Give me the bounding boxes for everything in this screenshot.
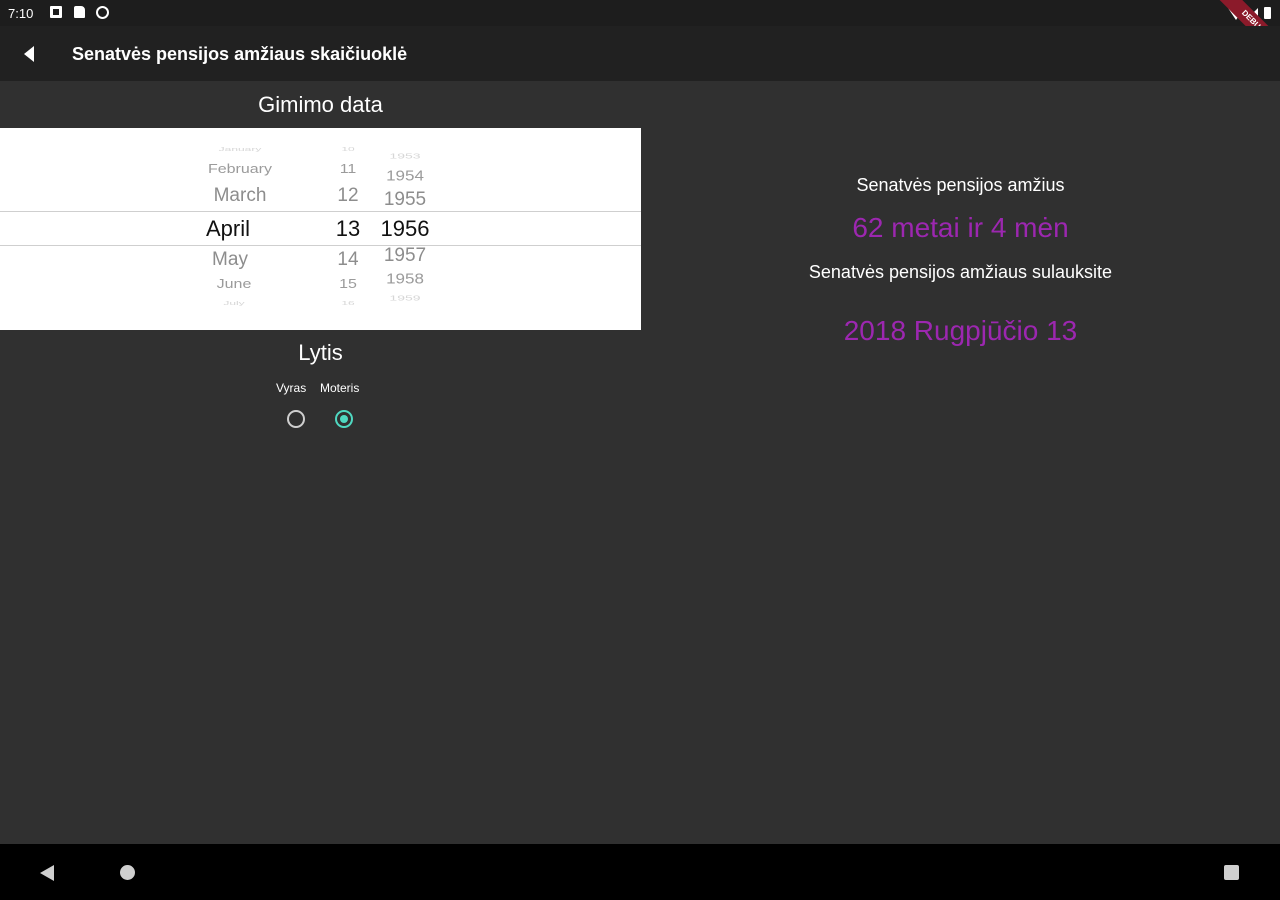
nav-back-icon[interactable] [40, 865, 54, 881]
selected-day[interactable]: 13 [318, 216, 378, 242]
radio-vyras[interactable] [287, 410, 305, 428]
wheel-item[interactable]: 1959 [370, 294, 440, 302]
wheel-item[interactable]: 16 [318, 300, 378, 306]
date-value: 2018 Rugpjūčio 13 [843, 315, 1078, 346]
age-value: 62 metai ir 4 mėn [852, 212, 1069, 243]
selected-month[interactable]: April [136, 216, 320, 242]
date-picker[interactable]: January February March April May June Ju… [0, 128, 641, 330]
wheel-item[interactable]: 1957 [370, 245, 440, 267]
birth-date-title: Gimimo data [258, 92, 383, 117]
wheel-item[interactable]: 12 [318, 185, 378, 207]
wheel-item[interactable]: January [160, 146, 320, 152]
wheel-item[interactable]: July [148, 300, 320, 306]
sd-card-icon [74, 6, 85, 18]
page-title: Senatvės pensijos amžiaus skaičiuoklė [72, 44, 408, 64]
wheel-item[interactable]: 1958 [370, 271, 440, 288]
wheel-item[interactable]: May [140, 249, 320, 271]
wheel-item[interactable]: June [148, 278, 320, 292]
nav-recents-icon[interactable] [1224, 865, 1239, 880]
selected-year[interactable]: 1956 [370, 216, 440, 242]
nav-bar [0, 844, 1280, 900]
wheel-item[interactable]: March [160, 185, 320, 207]
wheel-item[interactable]: February [160, 163, 320, 177]
day-wheel[interactable]: 10 11 12 13 14 15 16 [318, 128, 378, 330]
age-label: Senatvės pensijos amžius [856, 175, 1065, 195]
wheel-item[interactable]: 11 [318, 163, 378, 177]
radio-moteris[interactable] [335, 410, 353, 428]
radio-label-vyras: Vyras [276, 381, 307, 395]
month-wheel[interactable]: January February March April May June Ju… [160, 128, 320, 330]
wheel-item[interactable]: 14 [318, 249, 378, 271]
wheel-item[interactable]: 10 [318, 146, 378, 152]
date-label: Senatvės pensijos amžiaus sulauksite [808, 262, 1113, 282]
status-time: 7:10 [8, 6, 34, 21]
radio-label-moteris: Moteris [320, 381, 360, 395]
wheel-item[interactable]: 1955 [370, 189, 440, 211]
status-bar: 7:10 DEBUG [0, 0, 1280, 67]
wheel-item[interactable]: 1954 [370, 168, 440, 185]
sync-icon [96, 6, 109, 19]
year-wheel[interactable]: 1953 1954 1955 1956 1957 1958 1959 [370, 128, 440, 330]
nav-home-icon[interactable] [120, 865, 135, 880]
back-button[interactable] [16, 40, 44, 68]
wheel-item[interactable]: 1953 [370, 152, 440, 160]
app-bar: Senatvės pensijos amžiaus skaičiuoklė [0, 26, 1280, 81]
battery-icon [1264, 7, 1271, 19]
notification-icon [50, 6, 62, 18]
wheel-item[interactable]: 15 [318, 278, 378, 292]
arrow-back-icon [24, 46, 34, 62]
gender-title: Lytis [298, 340, 343, 365]
